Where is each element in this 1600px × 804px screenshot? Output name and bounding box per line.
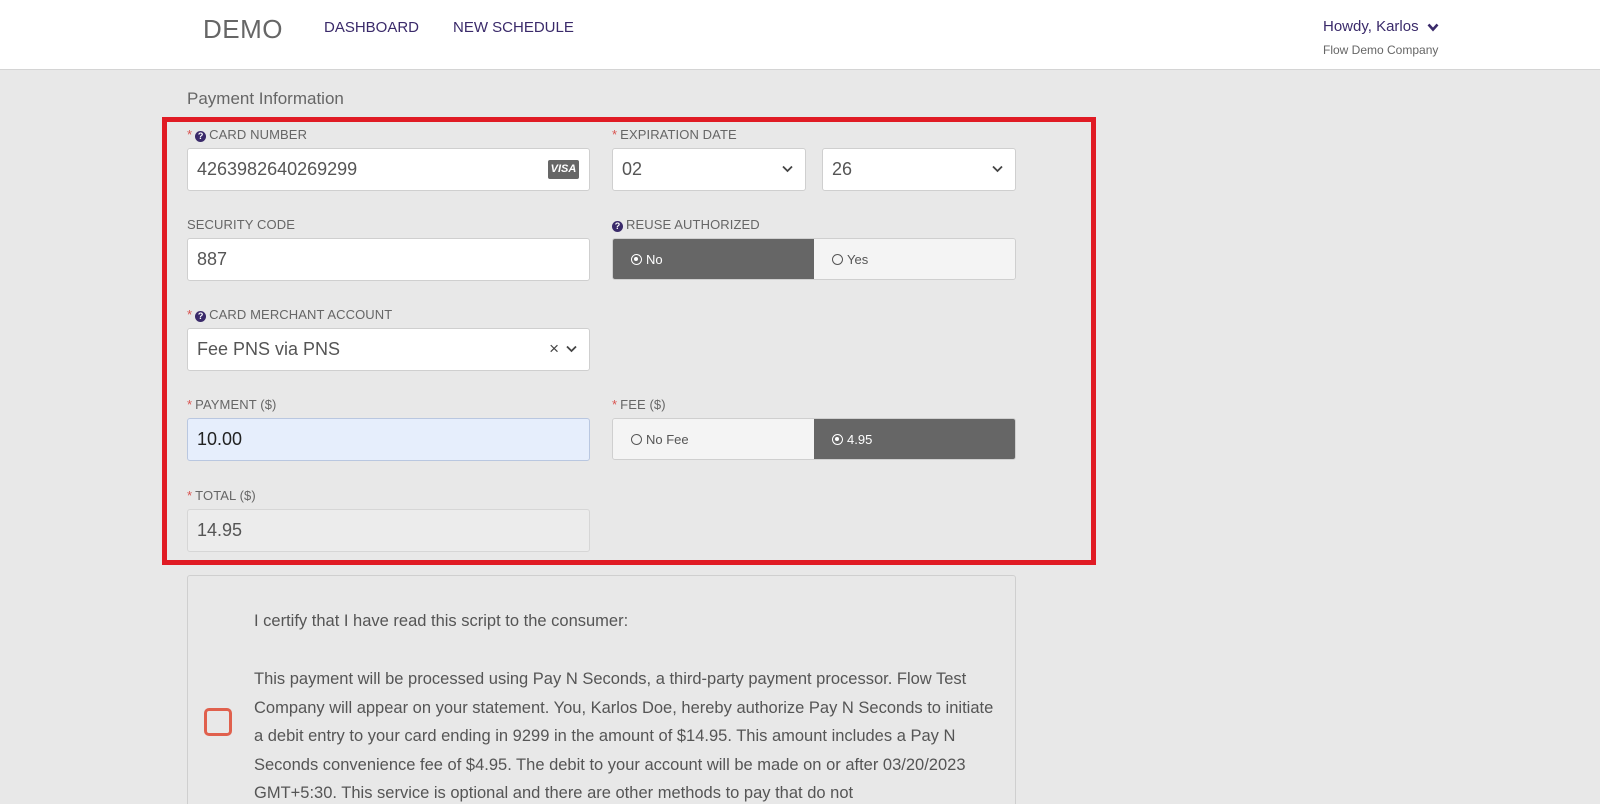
payment-label: * PAYMENT ($) [187, 397, 277, 412]
nav-dashboard-link[interactable]: DASHBOARD [324, 19, 419, 36]
radio-unselected-icon [832, 253, 843, 265]
required-marker: * [187, 397, 193, 412]
top-navbar: DEMO DASHBOARD NEW SCHEDULE Howdy, Karlo… [0, 0, 1600, 70]
required-marker: * [187, 307, 193, 322]
total-label: * TOTAL ($) [187, 488, 256, 503]
card-number-label: *? CARD NUMBER [187, 127, 308, 142]
card-number-input[interactable] [197, 159, 580, 180]
help-icon[interactable]: ? [195, 131, 207, 142]
expiration-month-value: 02 [622, 159, 643, 179]
merchant-account-label: *? CARD MERCHANT ACCOUNT [187, 307, 393, 322]
chevron-down-icon [566, 345, 577, 353]
fee-toggle: No Fee 4.95 [612, 418, 1016, 460]
chevron-down-icon [1427, 23, 1439, 31]
merchant-account-value: Fee PNS via PNS [197, 339, 341, 359]
certification-panel: I certify that I have read this script t… [187, 575, 1016, 804]
expiration-year-select[interactable]: 26 [822, 148, 1016, 191]
chevron-down-icon [992, 165, 1003, 173]
help-icon[interactable]: ? [195, 311, 207, 322]
required-marker: * [612, 127, 618, 142]
required-marker: * [187, 488, 193, 503]
nav-new-schedule-link[interactable]: NEW SCHEDULE [453, 19, 574, 36]
radio-unselected-icon [631, 433, 642, 445]
reuse-authorized-toggle: No Yes [612, 238, 1016, 280]
security-code-field[interactable] [187, 238, 590, 281]
reuse-option-yes[interactable]: Yes [814, 239, 1015, 279]
reuse-option-no[interactable]: No [613, 239, 814, 279]
merchant-account-select[interactable]: Fee PNS via PNS × [187, 328, 590, 371]
section-title: Payment Information [187, 89, 344, 108]
clear-icon[interactable]: × [549, 339, 559, 359]
card-number-field[interactable]: VISA [187, 148, 590, 191]
total-field: 14.95 [187, 509, 590, 552]
security-code-input[interactable] [197, 249, 580, 270]
visa-card-icon: VISA [548, 160, 579, 179]
user-greeting: Howdy, Karlos [1323, 18, 1419, 35]
radio-selected-icon [631, 253, 642, 265]
security-code-label: SECURITY CODE [187, 217, 295, 232]
fee-option-no-fee[interactable]: No Fee [613, 419, 814, 459]
company-name: Flow Demo Company [1323, 43, 1439, 57]
help-icon[interactable]: ? [612, 221, 623, 232]
radio-selected-icon [832, 433, 843, 445]
total-value: 14.95 [197, 520, 243, 540]
reuse-authorized-label: ? REUSE AUTHORIZED [612, 217, 760, 232]
required-marker: * [187, 127, 193, 142]
expiration-date-label: * EXPIRATION DATE [612, 127, 737, 142]
certify-checkbox[interactable] [204, 708, 232, 736]
certification-script-text: This payment will be processed using Pay… [254, 670, 994, 802]
fee-label: * FEE ($) [612, 397, 666, 412]
fee-option-4-95[interactable]: 4.95 [814, 419, 1015, 459]
payment-input[interactable] [197, 429, 580, 450]
certification-heading: I certify that I have read this script t… [254, 612, 629, 630]
payment-field[interactable] [187, 418, 590, 461]
user-menu[interactable]: Howdy, Karlos [1323, 18, 1439, 35]
expiration-year-value: 26 [832, 159, 853, 179]
required-marker: * [612, 397, 618, 412]
expiration-month-select[interactable]: 02 [612, 148, 806, 191]
brand-logo[interactable]: DEMO [203, 14, 283, 45]
chevron-down-icon [782, 165, 793, 173]
